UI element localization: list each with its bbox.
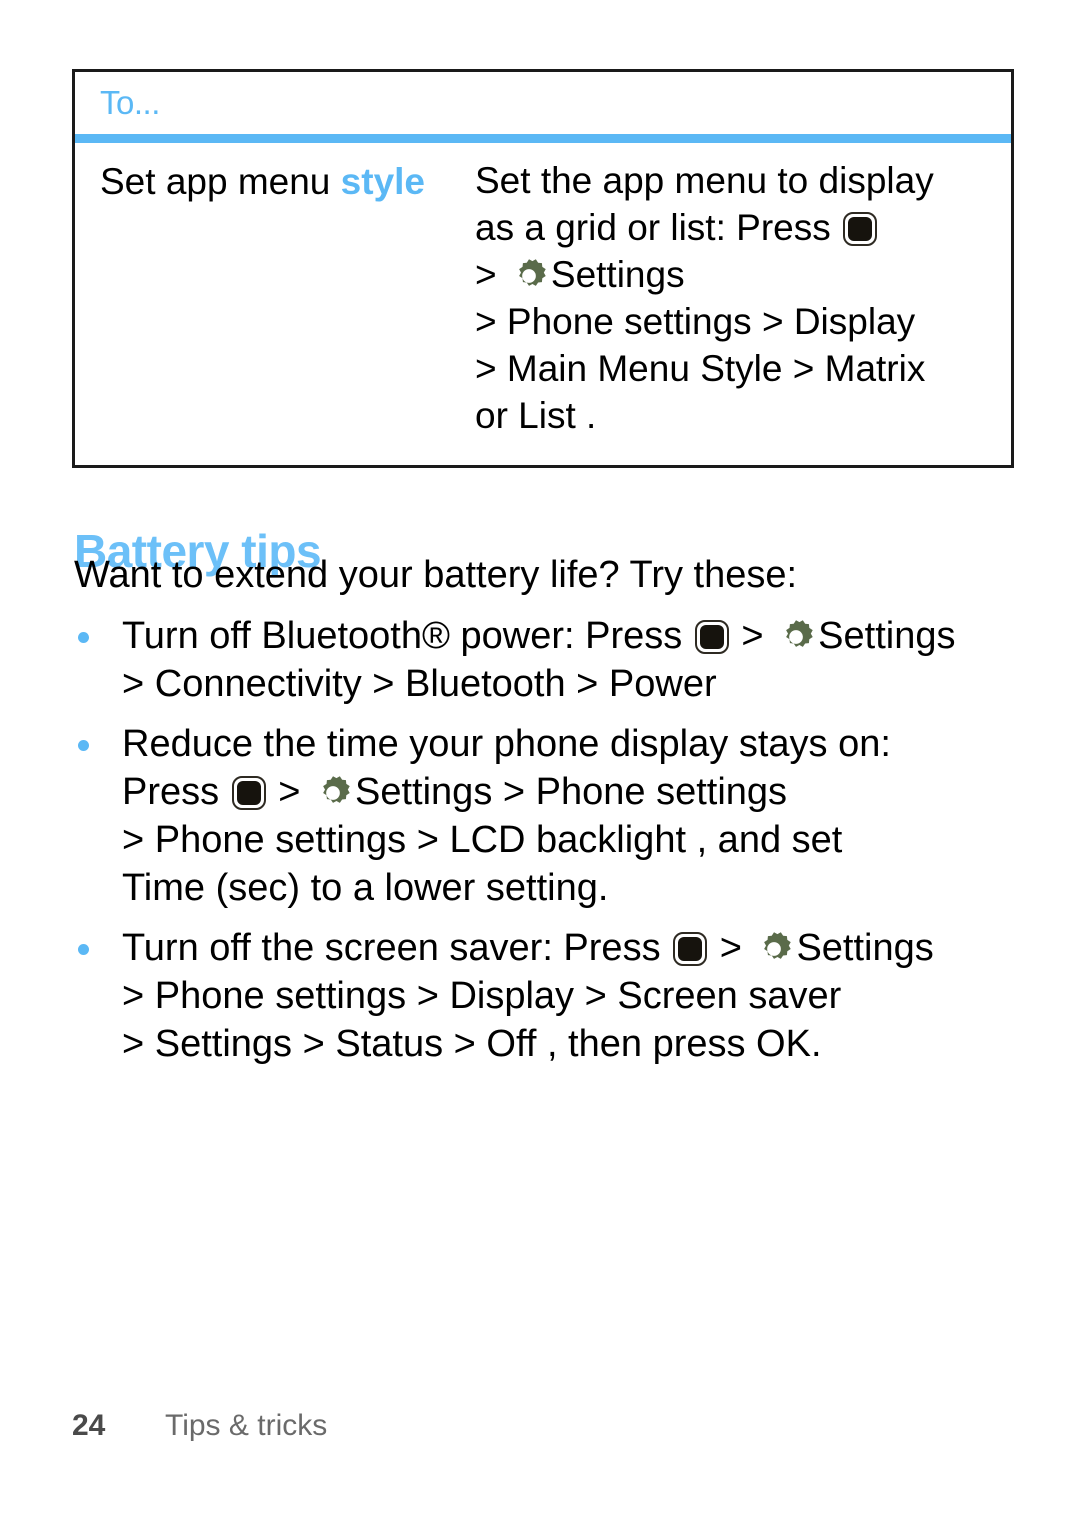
task-keyword: style xyxy=(340,161,426,202)
bullet-3-line-3: > Settings > Status > Off , then press O… xyxy=(122,1023,822,1065)
task-text-prefix: Set app menu xyxy=(100,161,341,202)
bullet-1-text-c: Settings xyxy=(818,615,956,657)
steps-line-2: as a grid or list: Press xyxy=(475,204,995,251)
bullet-dot-icon xyxy=(78,632,89,643)
center-key-icon xyxy=(694,620,729,654)
settings-gear-icon xyxy=(777,618,815,656)
center-key-icon xyxy=(843,212,878,246)
bullet-2-text-b: > xyxy=(267,771,312,813)
list-item: Reduce the time your phone display stays… xyxy=(74,720,1034,912)
table-header-rule xyxy=(75,134,1011,143)
table-header-row: To... xyxy=(75,72,1011,134)
bullet-2-line-1: Reduce the time your phone display stays… xyxy=(122,723,891,765)
bullet-2-line-4: Time (sec) to a lower setting. xyxy=(122,867,609,909)
settings-gear-icon xyxy=(314,774,352,812)
bullet-3-text-b: > xyxy=(709,927,753,969)
bullet-2-text-c: Settings > Phone settings xyxy=(355,771,788,813)
bullet-2-line-3: > Phone settings > LCD backlight , and s… xyxy=(122,819,843,861)
bullet-1-line-2: > Connectivity > Bluetooth > Power xyxy=(122,663,717,705)
footer-section-title: Tips & tricks xyxy=(165,1409,328,1442)
bullet-1-line-1: Turn off Bluetooth® power: Press > Setti… xyxy=(122,612,1034,660)
bullet-3-text-a: Turn off the screen saver: Press xyxy=(122,927,672,969)
bullet-3-line-2: > Phone settings > Display > Screen save… xyxy=(122,975,842,1017)
page-footer: 24 Tips & tricks xyxy=(72,1409,327,1443)
bullet-2-line-2: Press > Settings > Phone settings xyxy=(122,768,1034,816)
steps-line-3-label: Settings xyxy=(550,254,685,295)
table-header-label: To... xyxy=(100,84,160,121)
steps-line-2-text: as a grid or list: Press xyxy=(475,207,842,248)
table-cell-steps: Set the app menu to display as a grid or… xyxy=(475,157,1011,439)
steps-line-3-caret: > xyxy=(475,254,507,295)
steps-line-6: or List . xyxy=(475,395,597,436)
center-key-icon xyxy=(231,776,266,810)
battery-tips-list: Turn off Bluetooth® power: Press > Setti… xyxy=(74,612,1034,1080)
list-item: Turn off the screen saver: Press > Setti… xyxy=(74,924,1034,1068)
bullet-dot-icon xyxy=(78,740,89,751)
page-number: 24 xyxy=(72,1409,106,1442)
bullet-dot-icon xyxy=(78,944,89,955)
bullet-2-text-a: Press xyxy=(122,771,230,813)
settings-gear-icon xyxy=(755,930,793,968)
steps-line-3: > Settings xyxy=(475,251,995,298)
list-item: Turn off Bluetooth® power: Press > Setti… xyxy=(74,612,1034,708)
table-cell-task: Set app menu style xyxy=(75,157,475,439)
settings-gear-icon xyxy=(510,257,548,295)
intro-paragraph: Want to extend your battery life? Try th… xyxy=(74,554,798,596)
bullet-1-text-a: Turn off Bluetooth® power: Press xyxy=(122,615,693,657)
steps-line-5: > Main Menu Style > Matrix xyxy=(475,348,926,389)
bullet-3-text-c: Settings xyxy=(796,927,934,969)
center-key-icon xyxy=(673,932,708,966)
steps-line-1: Set the app menu to display xyxy=(475,160,934,201)
bullet-3-line-1: Turn off the screen saver: Press > Setti… xyxy=(122,924,1034,972)
tips-table: To... Set app menu style Set the app men… xyxy=(72,69,1014,468)
steps-line-4: > Phone settings > Display xyxy=(475,301,916,342)
table-body-row: Set app menu style Set the app menu to d… xyxy=(75,143,1011,465)
bullet-1-text-b: > xyxy=(730,615,775,657)
